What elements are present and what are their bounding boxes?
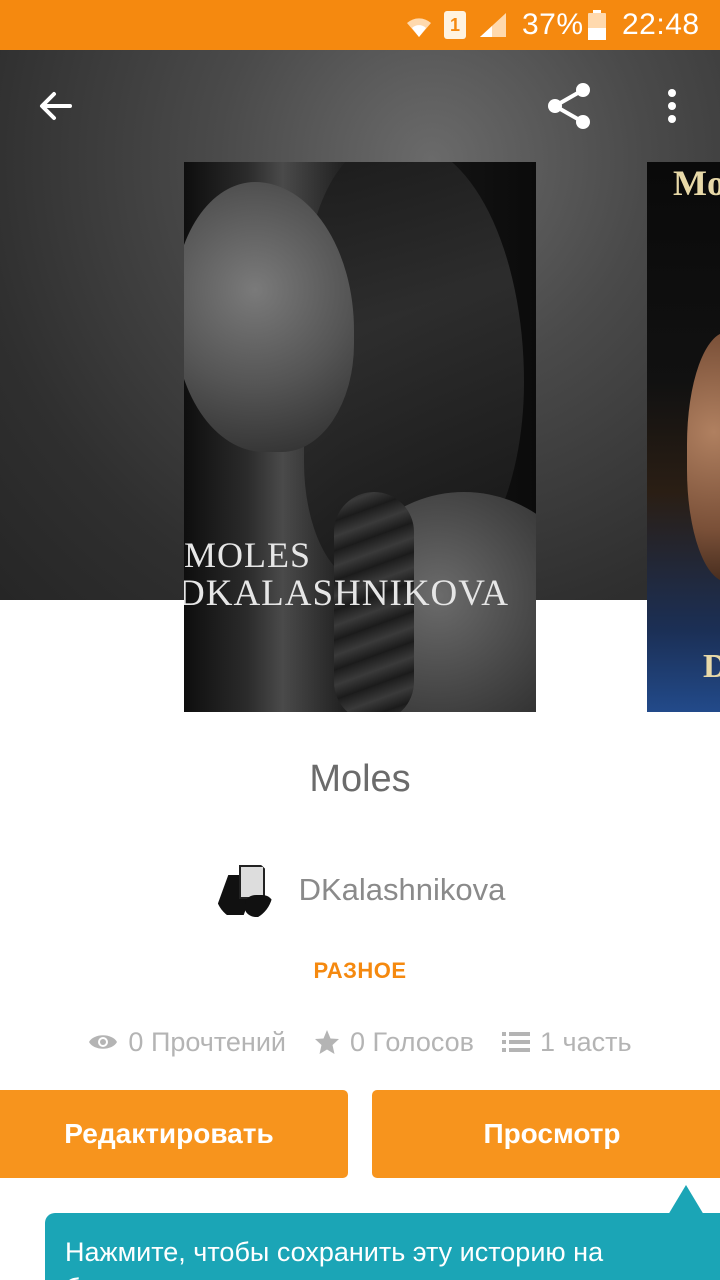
wifi-icon	[402, 0, 436, 50]
story-cover[interactable]: MOLES DKALASHNIKOVA	[184, 162, 536, 712]
cover-author-text: DKALASHNIKOVA	[184, 573, 509, 614]
reads-count: 0 Прочтений	[128, 1026, 287, 1057]
share-icon	[548, 83, 590, 129]
more-options-button[interactable]	[642, 76, 702, 136]
arrow-left-icon	[40, 92, 72, 120]
story-category[interactable]: РАЗНОЕ	[0, 958, 720, 984]
sim-icon: 1	[444, 0, 468, 50]
battery-percent: 37%	[522, 8, 584, 41]
share-button[interactable]	[538, 76, 598, 136]
view-button[interactable]: Просмотр	[372, 1090, 720, 1178]
next-cover-art	[687, 332, 720, 582]
battery-icon	[588, 0, 608, 50]
reads-stat: 0 Прочтений	[88, 1027, 286, 1058]
back-button[interactable]	[26, 76, 86, 136]
story-details-screen: 1 37% 22:48 MOLES DKALASHNIKOVA Mo D Mol…	[0, 0, 720, 1280]
eye-icon	[89, 1035, 118, 1049]
star-icon	[315, 1030, 340, 1054]
author-name[interactable]: DKalashnikova	[299, 872, 506, 908]
more-vertical-icon	[668, 89, 676, 123]
edit-button[interactable]: Редактировать	[0, 1090, 348, 1178]
tooltip-arrow	[668, 1185, 704, 1215]
tooltip-text-line2: б	[65, 1273, 80, 1280]
sim-label: 1	[444, 11, 466, 39]
story-stats: 0 Прочтений 0 Голосов 1 часть	[0, 1022, 720, 1062]
next-story-cover[interactable]: Mo D	[647, 162, 720, 712]
next-cover-title: Mo	[673, 163, 720, 203]
votes-stat: 0 Голосов	[314, 1027, 474, 1058]
tooltip-text-line1: Нажмите, чтобы сохранить эту историю на	[65, 1237, 604, 1267]
save-story-tooltip[interactable]: Нажмите, чтобы сохранить эту историю на …	[45, 1213, 720, 1280]
author-row[interactable]: DKalashnikova	[0, 858, 720, 922]
list-icon	[502, 1032, 531, 1052]
story-title: Moles	[309, 758, 411, 800]
votes-count: 0 Голосов	[350, 1026, 475, 1057]
clock: 22:48	[622, 8, 700, 41]
cover-title-text: MOLES	[184, 535, 312, 575]
signal-icon	[478, 0, 510, 50]
next-cover-letter: D	[703, 648, 720, 685]
status-bar: 1 37% 22:48	[0, 0, 720, 50]
parts-stat: 1 часть	[502, 1027, 632, 1058]
author-avatar[interactable]	[214, 859, 273, 921]
parts-count: 1 часть	[540, 1026, 632, 1057]
